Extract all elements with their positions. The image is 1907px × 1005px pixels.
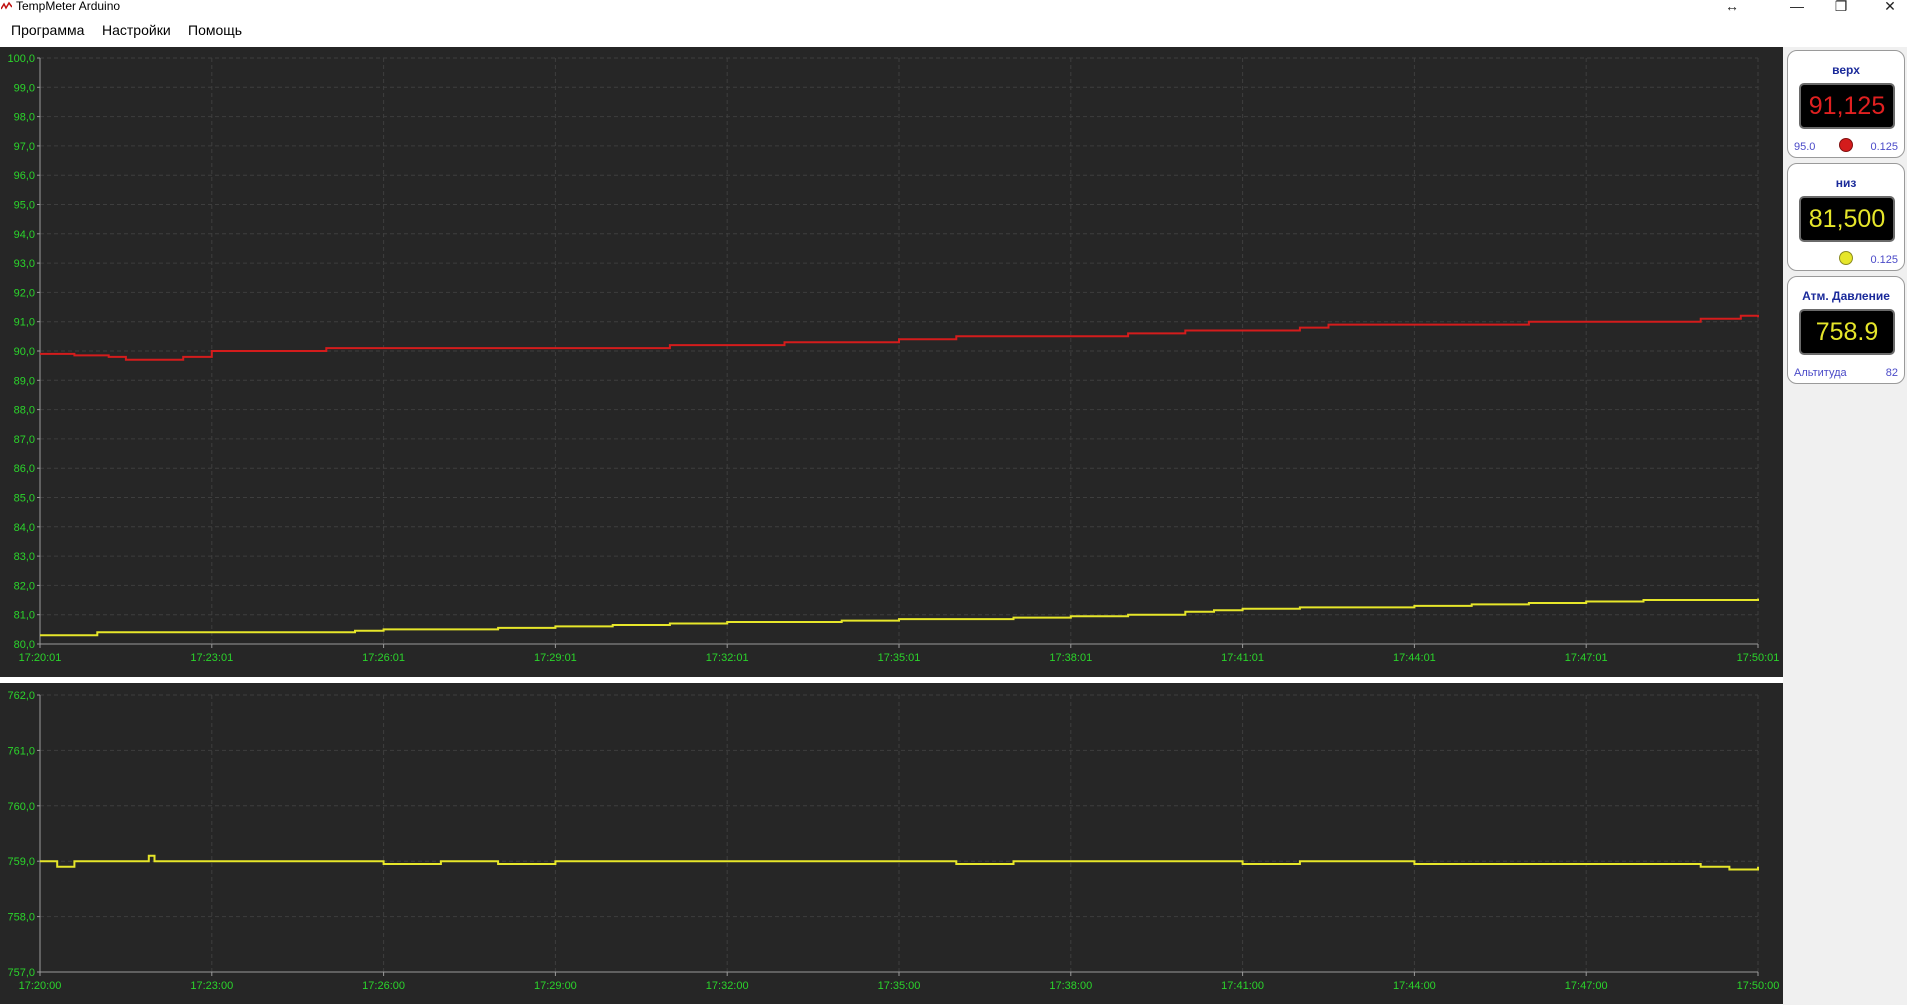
temp-ytick-label: 90,0 <box>14 346 35 358</box>
temp-ytick-label: 91,0 <box>14 317 35 329</box>
pressure-xtick-label: 17:26:00 <box>362 980 405 992</box>
temp-ytick-label: 97,0 <box>14 141 35 153</box>
temp-ytick-label: 86,0 <box>14 463 35 475</box>
resize-icon[interactable]: ↔ <box>1718 0 1746 15</box>
pressure-ytick-label: 761,0 <box>7 745 35 757</box>
minimize-button[interactable]: — <box>1783 0 1811 15</box>
temp-xtick-label: 17:26:01 <box>362 652 405 664</box>
temp-ytick-label: 89,0 <box>14 375 35 387</box>
temp-xtick-label: 17:20:01 <box>19 652 62 664</box>
upper-threshold: 95.0 <box>1794 141 1816 153</box>
altitude-label: Альтитуда <box>1794 367 1847 379</box>
pressure-background <box>0 683 1783 1004</box>
maximize-button[interactable]: ❐ <box>1827 0 1855 15</box>
pressure-xtick-label: 17:38:00 <box>1049 980 1092 992</box>
lower-gauge-title: низ <box>1835 176 1857 190</box>
menu-settings[interactable]: Настройки <box>102 22 171 38</box>
pressure-xtick-label: 17:41:00 <box>1221 980 1264 992</box>
close-button[interactable]: ✕ <box>1876 0 1904 15</box>
temp-xtick-label: 17:41:01 <box>1221 652 1264 664</box>
temp-ytick-label: 96,0 <box>14 170 35 182</box>
pressure-xtick-label: 17:44:00 <box>1393 980 1436 992</box>
title-bar: TempMeter Arduino ↔ — ❐ ✕ <box>0 0 1907 16</box>
lower-temp-display: 81,500 <box>1799 196 1895 242</box>
pressure-chart-svg: 762,0 761,0 760,0 759,0 758,0 757,017:20:00 17… <box>0 683 1783 1004</box>
menu-help[interactable]: Помощь <box>188 22 242 38</box>
altitude-value: 82 <box>1885 367 1898 379</box>
temp-xtick-label: 17:35:01 <box>878 652 921 664</box>
pressure-xtick-label: 17:29:00 <box>534 980 577 992</box>
menu-program[interactable]: Программа <box>11 22 84 38</box>
temp-ytick-label: 87,0 <box>14 434 35 446</box>
upper-temp-display: 91,125 <box>1799 83 1895 129</box>
temperature-chart-svg: 100,0 99,0 98,0 97,0 96,0 95,0 94,0 93,0 92,0 91,… <box>0 47 1783 677</box>
lower-indicator-dot-icon <box>1839 251 1853 265</box>
temperature-chart: 100,0 99,0 98,0 97,0 96,0 95,0 94,0 93,0 92,0 91,… <box>0 47 1783 677</box>
temp-ytick-label: 93,0 <box>14 258 35 270</box>
upper-temp-gauge: верх 91,125 95.0 0.125 <box>1787 50 1905 158</box>
temp-ytick-label: 92,0 <box>14 287 35 299</box>
temp-xtick-label: 17:38:01 <box>1049 652 1092 664</box>
pressure-gauge-title: Атм. Давление <box>1802 289 1890 303</box>
temp-ytick-label: 98,0 <box>14 112 35 124</box>
temp-ytick-label: 100,0 <box>7 53 35 65</box>
upper-indicator-dot-icon <box>1839 138 1853 152</box>
lower-temp-gauge: низ 81,500 0.125 <box>1787 163 1905 271</box>
gauge-panel: верх 91,125 95.0 0.125 низ 81,500 0.125 … <box>1783 47 1907 1005</box>
temp-ytick-label: 88,0 <box>14 405 35 417</box>
upper-resolution: 0.125 <box>1870 141 1898 153</box>
temp-ytick-label: 80,0 <box>14 639 35 651</box>
pressure-gauge: Атм. Давление 758.9 Альтитуда 82 <box>1787 276 1905 384</box>
pressure-chart: 762,0 761,0 760,0 759,0 758,0 757,0 17:20:00 17… <box>0 683 1783 1004</box>
upper-gauge-title: верх <box>1832 63 1860 77</box>
temp-ytick-label: 81,0 <box>14 610 35 622</box>
menu-bar: Программа Настройки Помощь <box>0 18 1907 44</box>
pressure-xtick-label: 17:20:00 <box>19 980 62 992</box>
temp-ytick-label: 83,0 <box>14 551 35 563</box>
pressure-xtick-label: 17:23:00 <box>190 980 233 992</box>
pressure-ytick-label: 760,0 <box>7 801 35 813</box>
temp-ytick-label: 82,0 <box>14 580 35 592</box>
temp-xtick-label: 17:44:01 <box>1393 652 1436 664</box>
pressure-ytick-label: 757,0 <box>7 967 35 979</box>
temp-xtick-label: 17:47:01 <box>1565 652 1608 664</box>
pressure-xtick-label: 17:50:00 <box>1737 980 1780 992</box>
pressure-ytick-label: 759,0 <box>7 856 35 868</box>
pressure-xtick-label: 17:32:00 <box>706 980 749 992</box>
temp-ytick-label: 94,0 <box>14 229 35 241</box>
temp-xtick-label: 17:32:01 <box>706 652 749 664</box>
temp-xtick-label: 17:50:01 <box>1737 652 1780 664</box>
pressure-ytick-label: 762,0 <box>7 690 35 702</box>
temp-ytick-label: 99,0 <box>14 82 35 94</box>
temp-ytick-label: 95,0 <box>14 200 35 212</box>
temp-ytick-label: 84,0 <box>14 522 35 534</box>
app-icon <box>1 1 12 12</box>
temp-xtick-label: 17:23:01 <box>190 652 233 664</box>
pressure-ytick-label: 758,0 <box>7 912 35 924</box>
temp-ytick-label: 85,0 <box>14 493 35 505</box>
lower-resolution: 0.125 <box>1870 254 1898 266</box>
temp-xtick-label: 17:29:01 <box>534 652 577 664</box>
pressure-display: 758.9 <box>1799 309 1895 355</box>
pressure-xtick-label: 17:47:00 <box>1565 980 1608 992</box>
pressure-xtick-label: 17:35:00 <box>878 980 921 992</box>
window-title: TempMeter Arduino <box>16 0 121 13</box>
temp-background <box>0 47 1783 677</box>
